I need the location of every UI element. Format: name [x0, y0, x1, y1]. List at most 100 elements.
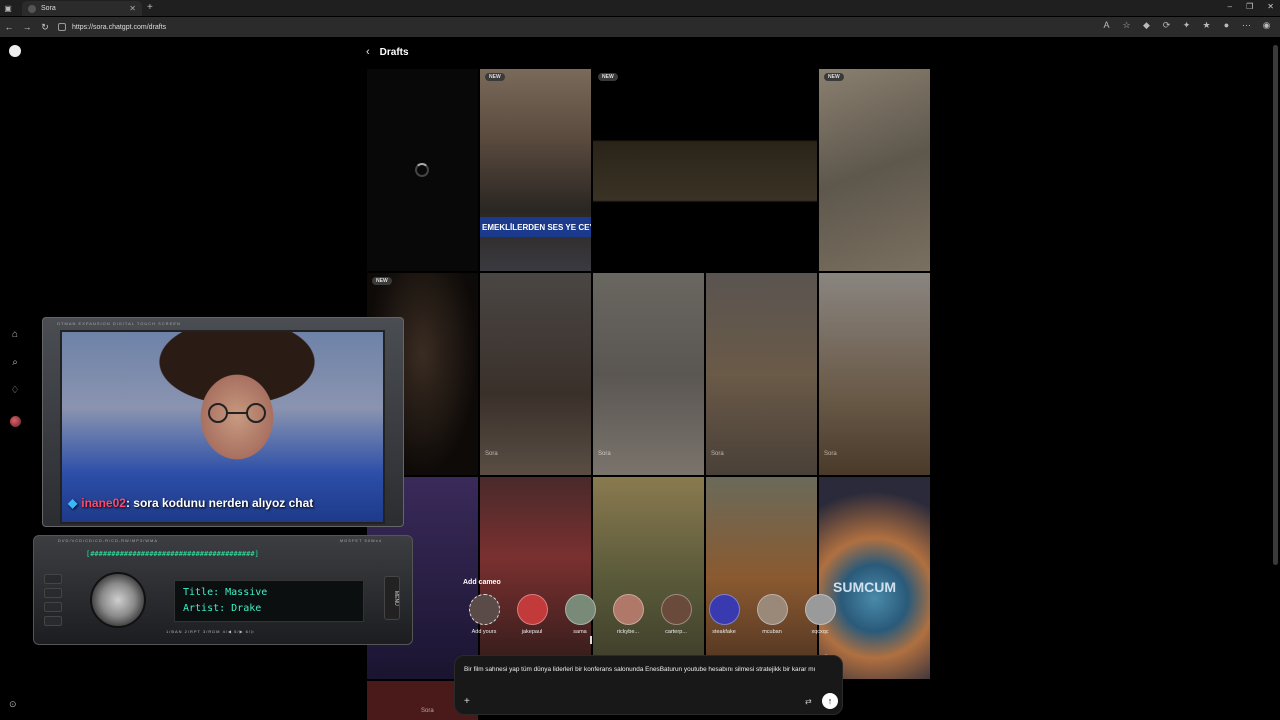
site-info-icon[interactable] — [58, 23, 66, 31]
cameo-avatar — [564, 594, 596, 625]
close-tab-icon[interactable]: ✕ — [129, 4, 136, 13]
browser-tab-sora[interactable]: Sora ✕ — [22, 1, 142, 16]
cameo-mcuban[interactable]: mcuban — [748, 594, 796, 635]
cameo-name: mcuban — [762, 629, 782, 635]
page-scrollbar[interactable] — [1273, 45, 1278, 565]
cameo-avatar — [660, 594, 692, 625]
page-title: Drafts — [379, 46, 409, 58]
add-attachment-icon[interactable]: + — [464, 696, 470, 707]
prompt-input[interactable]: Bir film sahnesi yap tüm dünya liderleri… — [464, 665, 839, 675]
cameo-avatar — [756, 594, 788, 625]
cameo-name: xqcxqc — [811, 629, 829, 635]
extension-icon[interactable]: ◆ — [1141, 20, 1152, 31]
draft-tile-dinner-2[interactable]: Sora — [593, 273, 704, 475]
home-icon[interactable]: ⌂ — [8, 327, 22, 341]
sora-logo-icon[interactable] — [8, 44, 22, 58]
draft-tile-turkey[interactable] — [593, 477, 704, 679]
song-title: Title: Massive — [183, 587, 268, 598]
address-bar: ← → ↻ https://sora.chatgpt.com/drafts A … — [0, 17, 1280, 37]
copilot-icon[interactable]: ◉ — [1261, 20, 1272, 31]
maximize-icon[interactable]: ❐ — [1246, 2, 1253, 11]
tab-title: Sora — [41, 5, 56, 12]
cameo-add-yours[interactable]: Add yours — [460, 594, 508, 635]
more-menu-icon[interactable]: ⋯ — [1241, 20, 1252, 31]
new-badge: NEW — [598, 73, 618, 81]
cameo-avatar — [708, 594, 740, 625]
favorite-star-icon[interactable]: ☆ — [1121, 20, 1132, 31]
url-field[interactable]: https://sora.chatgpt.com/drafts — [58, 19, 1058, 35]
stream-overlay: OTMAN EXPANSION DIGITAL TOUCH SCREEN ◆ in… — [33, 317, 413, 647]
chat-text: : sora kodunu nerden alıyoz chat — [125, 496, 314, 510]
loading-spinner-icon — [415, 163, 429, 177]
stereo-button — [44, 588, 62, 598]
back-chevron-icon[interactable]: ‹ — [366, 46, 370, 58]
cameo-jakepaul[interactable]: jakepaul — [508, 594, 556, 635]
cameo-name: carterp... — [665, 629, 687, 635]
cameo-carterp[interactable]: carterp... — [652, 594, 700, 635]
extensions-puzzle-icon[interactable]: ✦ — [1181, 20, 1192, 31]
cameo-list: Add yours jakepaul sama rickybe... carte… — [460, 594, 844, 635]
draft-tile-kitchen[interactable]: Sora — [819, 273, 930, 475]
chat-message: ◆ inane02: sora kodunu nerden alıyoz chat — [68, 496, 313, 510]
draft-tile-horse[interactable] — [706, 477, 817, 679]
car-stereo: DVD/VCD/CD/CD-R/CD-RW/MP3/WMA MOSFET 50W… — [33, 535, 413, 645]
search-icon[interactable]: ⌕ — [8, 355, 22, 369]
webcam-feed: ◆ inane02: sora kodunu nerden alıyoz chat — [60, 330, 385, 524]
profile-icon[interactable]: ● — [1221, 20, 1232, 31]
equalizer-bar: [#######################################… — [86, 550, 259, 558]
preset-strip: 1/BAN 2/RPT 3/RDM 4/◀ 5/▶ 6/▷ — [166, 629, 256, 634]
new-badge: NEW — [372, 277, 392, 285]
new-badge: NEW — [824, 73, 844, 81]
new-tab-icon[interactable]: + — [147, 2, 153, 13]
cameo-name: sama — [573, 629, 587, 635]
settings-sliders-icon[interactable]: ⇄ — [805, 697, 812, 706]
menu-button: MENU — [384, 576, 400, 620]
sora-watermark: Sora — [598, 451, 611, 457]
news-ticker: EMEKLİLERDEN SES YE CEYL — [480, 217, 591, 237]
close-window-icon[interactable]: ✕ — [1267, 2, 1274, 11]
volume-knob — [90, 572, 146, 628]
webcam-frame: OTMAN EXPANSION DIGITAL TOUCH SCREEN ◆ in… — [42, 317, 404, 527]
gem-icon: ◆ — [68, 496, 78, 510]
send-button[interactable]: ↑ — [822, 693, 838, 709]
draft-tile-room[interactable]: NEW — [819, 69, 930, 271]
stereo-label-left: DVD/VCD/CD/CD-R/CD-RW/MP3/WMA — [58, 538, 159, 543]
draft-tile-sumcum[interactable]: SUMCUM Sora — [819, 477, 930, 679]
cameo-name: jakepaul — [521, 629, 543, 635]
browser-tab-bar: ▣ Sora ✕ + – ❐ ✕ — [0, 0, 1280, 16]
frame-label: OTMAN EXPANSION DIGITAL TOUCH SCREEN — [57, 321, 181, 326]
cameo-avatar — [516, 594, 548, 625]
extension-2-icon[interactable]: ⟳ — [1161, 20, 1172, 31]
now-playing-display: Title: Massive Artist: Drake — [174, 580, 364, 622]
song-artist: Artist: Drake — [183, 603, 262, 614]
chat-username: inane02 — [81, 496, 126, 510]
minimize-icon[interactable]: – — [1228, 2, 1232, 11]
draft-tile-old-man[interactable] — [480, 477, 591, 679]
cameo-xqcxqc[interactable]: xqcxqc — [796, 594, 844, 635]
draft-tile-film-scene[interactable]: NEW — [593, 69, 817, 271]
draft-tile-loading[interactable] — [367, 69, 478, 271]
sora-watermark: Sora — [421, 708, 434, 714]
cameo-name: steakfake — [712, 629, 736, 635]
reload-icon[interactable]: ↻ — [36, 22, 54, 33]
activity-icon[interactable]: ♢ — [8, 383, 22, 397]
cameo-steakfake[interactable]: steakfake — [700, 594, 748, 635]
text-cursor — [590, 636, 592, 644]
cameo-avatar — [612, 594, 644, 625]
draft-tile-protest[interactable]: NEW EMEKLİLERDEN SES YE CEYL — [480, 69, 591, 271]
draft-tile-dinner-3[interactable]: Sora — [706, 273, 817, 475]
read-aloud-icon[interactable]: A — [1101, 20, 1112, 31]
forward-icon[interactable]: → — [18, 22, 36, 32]
tab-actions-icon[interactable]: ▣ — [0, 0, 16, 16]
profile-avatar[interactable] — [8, 414, 22, 428]
cameo-sama[interactable]: sama — [556, 594, 604, 635]
cameo-rickybe[interactable]: rickybe... — [604, 594, 652, 635]
stereo-button — [44, 602, 62, 612]
sora-watermark: Sora — [485, 451, 498, 457]
settings-icon[interactable]: ⊙ — [9, 699, 17, 710]
sora-watermark: Sora — [711, 451, 724, 457]
draft-tile-dinner-1[interactable]: Sora — [480, 273, 591, 475]
back-icon[interactable]: ← — [0, 22, 18, 32]
window-controls: – ❐ ✕ — [1228, 2, 1274, 11]
favorites-icon[interactable]: ★ — [1201, 20, 1212, 31]
